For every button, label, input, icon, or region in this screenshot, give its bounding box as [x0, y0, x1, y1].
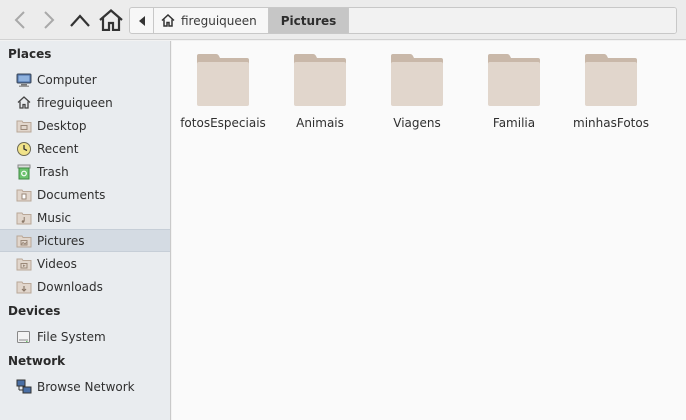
folder-item-animais[interactable]: Animais: [275, 53, 365, 137]
videos-folder-icon: [16, 256, 32, 272]
folder-icon: [585, 54, 637, 106]
sidebar-item-label: Videos: [37, 256, 77, 271]
recent-icon: [16, 141, 32, 157]
desktop-folder-icon: [16, 118, 32, 134]
file-view: fotosEspeciais Animais Viagens Familia m…: [172, 41, 686, 420]
chevron-right-icon: [44, 11, 55, 29]
sidebar-item-label: Pictures: [37, 233, 85, 248]
folder-icon: [294, 54, 346, 106]
section-header-network: Network: [8, 354, 66, 368]
folder-name: Viagens: [393, 116, 441, 130]
sidebar-item-file-system[interactable]: File System: [0, 325, 170, 348]
drive-icon: [16, 329, 32, 345]
toolbar: fireguiqueen Pictures: [0, 0, 686, 40]
sidebar-item-videos[interactable]: Videos: [0, 252, 170, 275]
home-icon: [99, 9, 123, 31]
documents-folder-icon: [16, 187, 32, 203]
sidebar-item-documents[interactable]: Documents: [0, 183, 170, 206]
triangle-left-icon: [138, 15, 145, 26]
back-button[interactable]: [6, 6, 34, 34]
path-bar-empty: [349, 8, 676, 33]
home-icon: [161, 14, 175, 27]
sidebar-item-label: Recent: [37, 141, 79, 156]
sidebar-item-browse-network[interactable]: Browse Network: [0, 375, 170, 398]
pictures-folder-icon: [16, 233, 32, 249]
sidebar-item-downloads[interactable]: Downloads: [0, 275, 170, 298]
home-button[interactable]: [97, 6, 125, 34]
breadcrumb-pictures[interactable]: Pictures: [268, 8, 350, 33]
folder-item-familia[interactable]: Familia: [469, 53, 559, 137]
folder-icon: [391, 54, 443, 106]
path-bar: fireguiqueen Pictures: [129, 7, 677, 34]
sidebar-item-label: Desktop: [37, 118, 87, 133]
sidebar-item-pictures[interactable]: Pictures: [0, 229, 170, 252]
sidebar: Places Computer fireguiqueen Desktop Rec…: [0, 41, 171, 420]
sidebar-item-fireguiqueen[interactable]: fireguiqueen: [0, 91, 170, 114]
sidebar-item-computer[interactable]: Computer: [0, 68, 170, 91]
folder-item-minhasfotos[interactable]: minhasFotos: [566, 53, 656, 137]
sidebar-item-recent[interactable]: Recent: [0, 137, 170, 160]
sidebar-item-label: Trash: [37, 164, 69, 179]
folder-item-fotosespeciais[interactable]: fotosEspeciais: [178, 53, 268, 137]
sidebar-item-label: Music: [37, 210, 72, 225]
breadcrumb-label: fireguiqueen: [181, 13, 257, 28]
chevron-up-icon: [70, 14, 90, 27]
sidebar-item-label: fireguiqueen: [37, 95, 113, 110]
path-scroll-left-button[interactable]: [130, 8, 154, 33]
sidebar-item-desktop[interactable]: Desktop: [0, 114, 170, 137]
folder-name: fotosEspeciais: [180, 116, 266, 130]
section-header-places: Places: [8, 47, 52, 61]
network-icon: [16, 379, 32, 395]
sidebar-item-trash[interactable]: Trash: [0, 160, 170, 183]
sidebar-item-label: Computer: [37, 72, 97, 87]
folder-name: minhasFotos: [573, 116, 649, 130]
sidebar-item-label: Browse Network: [37, 379, 135, 394]
sidebar-item-label: Downloads: [37, 279, 103, 294]
folder-name: Animais: [296, 116, 344, 130]
chevron-left-icon: [14, 11, 25, 29]
computer-icon: [16, 72, 32, 88]
folder-icon: [197, 54, 249, 106]
sidebar-item-music[interactable]: Music: [0, 206, 170, 229]
trash-icon: [16, 164, 32, 180]
sidebar-item-label: Documents: [37, 187, 106, 202]
sidebar-item-label: File System: [37, 329, 106, 344]
folder-name: Familia: [492, 116, 536, 130]
breadcrumb-home[interactable]: fireguiqueen: [154, 8, 269, 33]
section-header-devices: Devices: [8, 304, 61, 318]
home-icon: [16, 95, 32, 111]
downloads-folder-icon: [16, 279, 32, 295]
breadcrumb-label: Pictures: [280, 13, 337, 28]
music-folder-icon: [16, 210, 32, 226]
up-button[interactable]: [66, 6, 94, 34]
folder-item-viagens[interactable]: Viagens: [372, 53, 462, 137]
folder-icon: [488, 54, 540, 106]
forward-button[interactable]: [35, 6, 63, 34]
